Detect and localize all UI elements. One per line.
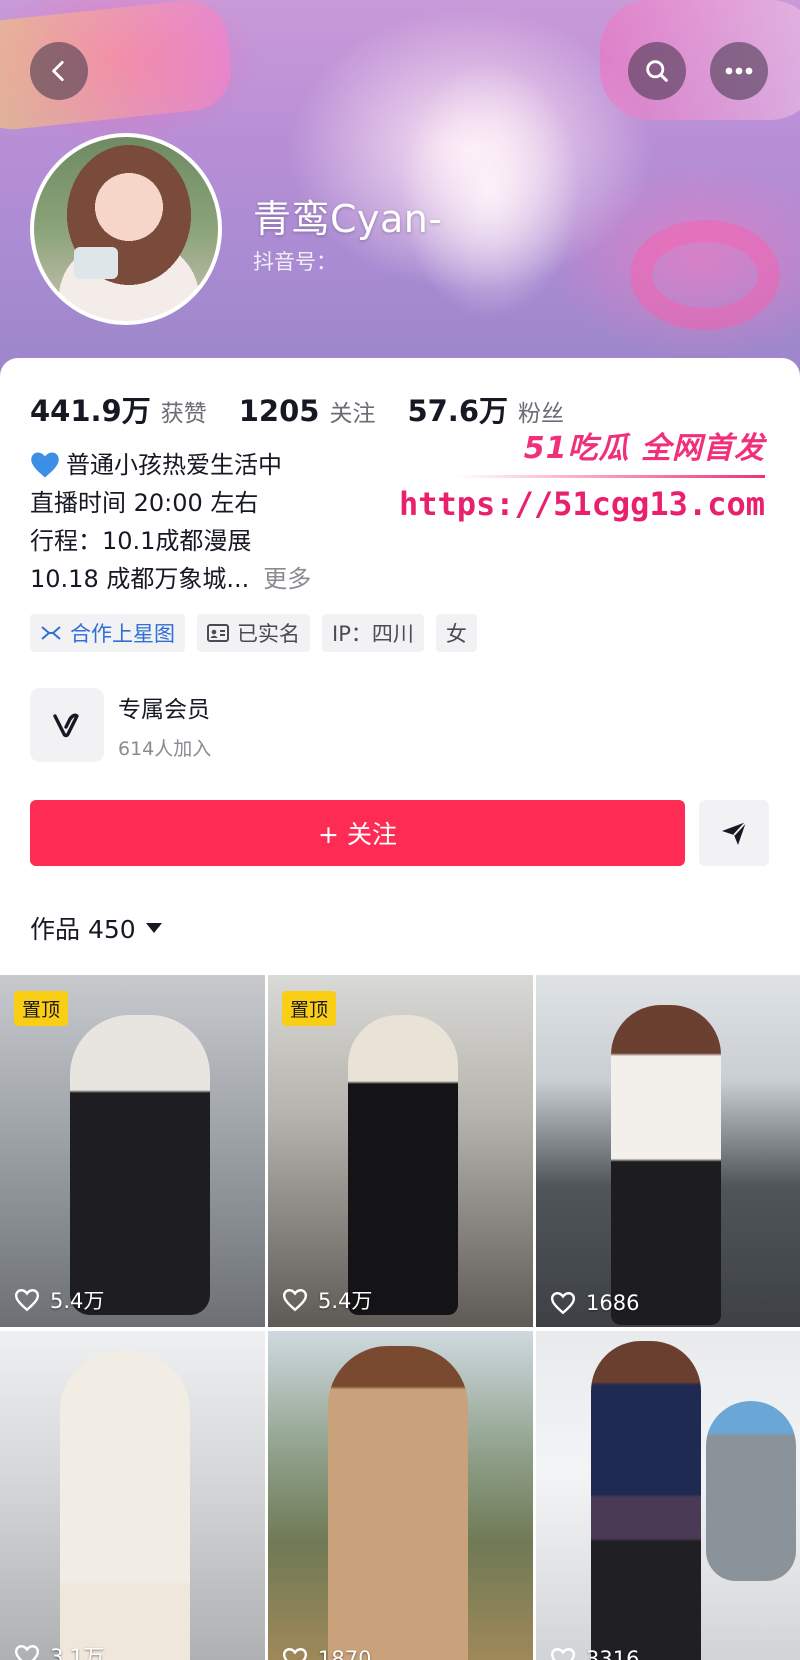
video-tile[interactable]: 置顶 5.4万 <box>268 975 533 1327</box>
like-count: 3.1万 <box>14 1641 104 1660</box>
bio[interactable]: 普通小孩热爱生活中 直播时间 20:00 左右 行程：10.1成都漫展 10.1… <box>30 446 311 598</box>
stat-following[interactable]: 1205 关注 <box>239 394 376 428</box>
profile-banner: 青鸾Cyan- 抖音号： <box>0 0 800 380</box>
chevron-left-icon <box>52 60 64 82</box>
id-card-icon <box>207 624 229 642</box>
video-tile[interactable]: 3.1万 <box>0 1331 265 1660</box>
cooperate-tag-label: 合作上星图 <box>70 622 175 646</box>
video-tile[interactable]: 置顶 5.4万 <box>0 975 265 1327</box>
bio-more-link[interactable]: 更多 <box>263 560 311 598</box>
member-text: 专属会员 614人加入 <box>118 690 211 761</box>
watermark-title: 51吃瓜 全网首发 <box>523 431 765 466</box>
like-count-value: 1686 <box>586 1291 640 1315</box>
cooperate-tag[interactable]: 合作上星图 <box>30 614 185 652</box>
like-count: 5.4万 <box>282 1285 372 1315</box>
search-button[interactable] <box>628 42 686 100</box>
like-count: 5.4万 <box>14 1285 104 1315</box>
like-count: 1870 <box>282 1647 371 1660</box>
stat-label: 获赞 <box>160 401 207 427</box>
pinned-badge: 置顶 <box>282 991 337 1026</box>
profile-name: 青鸾Cyan- <box>253 197 443 241</box>
profile-card: 441.9万 获赞 1205 关注 57.6万 粉丝 普通小孩热爱生活中 直播时… <box>0 358 800 978</box>
like-count: 1686 <box>550 1291 639 1315</box>
works-grid: 置顶 5.4万 置顶 5.4万 1686 3.1万 1870 3316 <box>0 975 800 1660</box>
watermark-line <box>455 475 765 478</box>
watermark-url: https://51cgg13.com <box>398 485 765 523</box>
verified-tag[interactable]: 已实名 <box>197 614 310 652</box>
thumbnail-figure <box>60 1351 190 1660</box>
star-map-icon <box>41 626 61 640</box>
douyin-id-label: 抖音号： <box>253 250 337 274</box>
banner-decoration <box>630 220 780 330</box>
search-icon <box>646 60 668 82</box>
like-count-value: 1870 <box>318 1647 372 1660</box>
video-tile[interactable]: 3316 <box>536 1331 800 1660</box>
bio-text: 普通小孩热爱生活中 <box>66 451 282 479</box>
works-tab[interactable]: 作品 450 <box>30 910 162 946</box>
thumbnail-figure <box>611 1005 721 1325</box>
camera-icon <box>74 247 118 279</box>
avatar[interactable] <box>30 133 222 325</box>
thumbnail-figure <box>591 1341 701 1660</box>
more-options-button[interactable] <box>710 42 768 100</box>
video-tile[interactable]: 1686 <box>536 975 800 1327</box>
verified-tag-label: 已实名 <box>237 622 300 646</box>
member-v-icon <box>30 688 104 762</box>
works-label: 作品 450 <box>30 915 136 944</box>
banner-figure <box>340 0 640 360</box>
heart-outline-icon <box>550 1648 576 1660</box>
profile-tags: 合作上星图 已实名 IP：四川 女 <box>30 614 489 652</box>
heart-outline-icon <box>550 1292 576 1315</box>
video-tile[interactable]: 1870 <box>268 1331 533 1660</box>
like-count-value: 5.4万 <box>50 1289 105 1313</box>
pinned-badge: 置顶 <box>14 991 69 1026</box>
thumbnail-figure <box>348 1015 458 1315</box>
bio-line: 行程：10.1成都漫展 <box>30 527 252 555</box>
like-count: 3316 <box>550 1647 639 1660</box>
thumbnail-figure <box>328 1346 468 1660</box>
follow-button[interactable]: + 关注 <box>30 800 685 866</box>
ip-tag: IP：四川 <box>322 614 424 652</box>
back-button[interactable] <box>30 42 88 100</box>
stat-value: 1205 <box>238 394 320 428</box>
stat-value: 441.9万 <box>30 394 151 428</box>
heart-outline-icon <box>282 1289 308 1312</box>
heart-outline-icon <box>282 1648 308 1660</box>
member-subtitle: 614人加入 <box>118 737 212 760</box>
bio-line: 10.18 成都万象城... 更多 <box>30 560 311 598</box>
member-title: 专属会员 <box>118 696 210 723</box>
more-dots-icon <box>725 67 753 75</box>
watermark: 51吃瓜 全网首发 https://51cgg13.com <box>399 423 775 533</box>
heart-outline-icon <box>14 1645 40 1660</box>
like-count-value: 5.4万 <box>318 1289 373 1313</box>
bio-line: 直播时间 20:00 左右 <box>30 489 259 517</box>
exclusive-member-entry[interactable]: 专属会员 614人加入 <box>30 688 211 762</box>
bio-text: 10.18 成都万象城... <box>30 565 250 593</box>
totoro-statue <box>706 1401 796 1581</box>
stat-likes[interactable]: 441.9万 获赞 <box>30 388 207 430</box>
like-count-value: 3.1万 <box>50 1645 105 1660</box>
heart-outline-icon <box>14 1289 40 1312</box>
share-button[interactable] <box>699 800 769 866</box>
blue-heart-icon <box>31 452 59 478</box>
gender-tag: 女 <box>435 614 477 652</box>
caret-down-icon <box>145 923 162 933</box>
thumbnail-figure <box>70 1015 210 1315</box>
stat-label: 关注 <box>329 401 376 427</box>
like-count-value: 3316 <box>586 1647 640 1660</box>
send-icon <box>722 821 747 845</box>
bio-line: 普通小孩热爱生活中 <box>30 446 311 484</box>
